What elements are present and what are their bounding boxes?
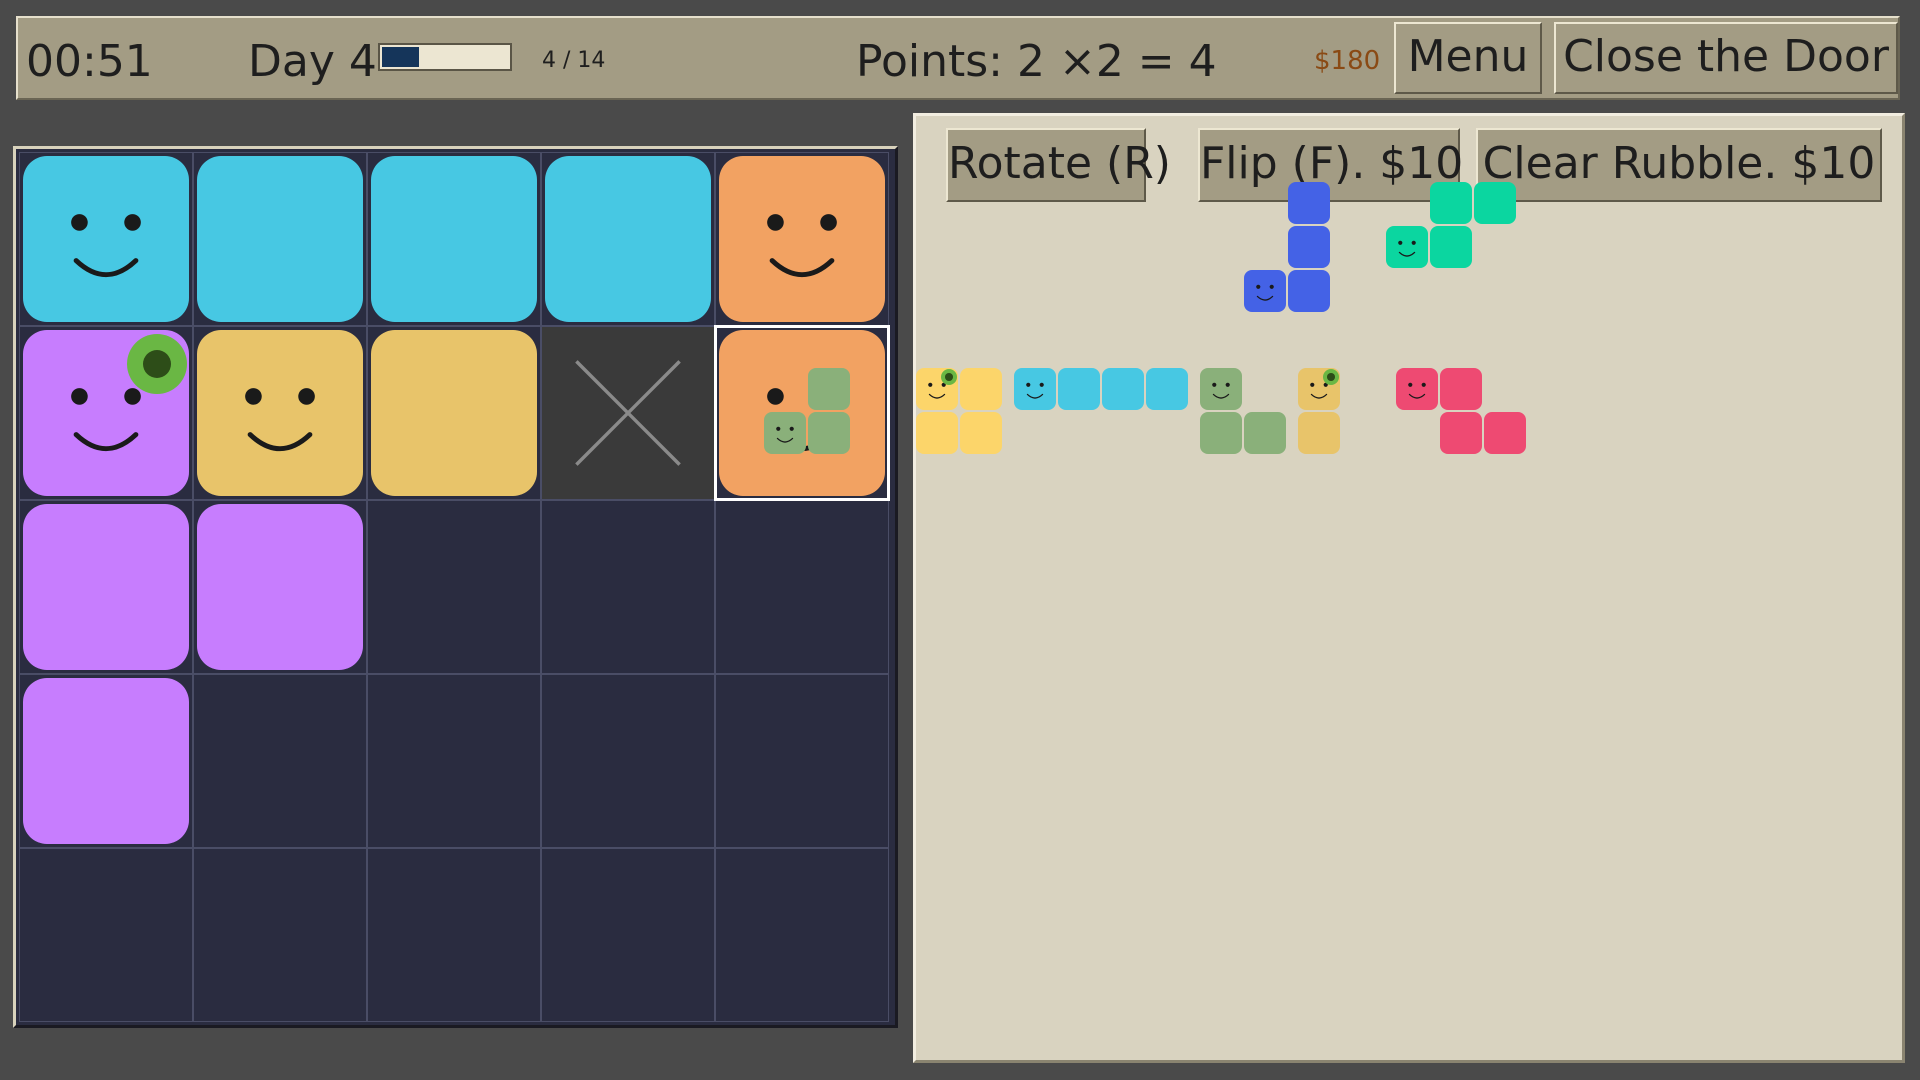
board-cell[interactable]: [541, 500, 715, 674]
smiley-face-icon: [767, 214, 837, 278]
blue-j-piece-cell[interactable]: [1244, 270, 1286, 312]
top-bar: 00:51 Day 4 4 / 14 Points: 2 ×2 = 4 $180…: [16, 16, 1900, 100]
rotate-button[interactable]: Rotate (R): [946, 128, 1171, 202]
seed-icon: [127, 334, 187, 394]
tan-i-piece-cell[interactable]: [1298, 412, 1340, 454]
points-display: Points: 2 ×2 = 4: [856, 36, 1217, 87]
board-cell[interactable]: [367, 848, 541, 1022]
blue-j-piece-cell[interactable]: [1288, 270, 1330, 312]
smiley-face-icon: [1026, 382, 1044, 399]
purple-piece-cell[interactable]: [197, 504, 363, 670]
board-cell[interactable]: [541, 674, 715, 848]
board-cell[interactable]: [715, 848, 889, 1022]
smiley-face-icon: [71, 214, 141, 278]
purple-piece-cell[interactable]: [23, 330, 189, 496]
purple-piece-cell[interactable]: [23, 678, 189, 844]
piece-tray: Rotate (R) Flip (F). $10 Clear Rubble. $…: [764, 113, 1905, 1063]
green-j-piece-cell[interactable]: [1200, 368, 1242, 410]
red-z-piece-cell[interactable]: [1396, 368, 1438, 410]
cyan-piece-cell[interactable]: [545, 156, 711, 322]
game-board[interactable]: [13, 146, 898, 1028]
teal-s-piece-cell[interactable]: [1386, 226, 1428, 268]
teal-s-piece-cell[interactable]: [1474, 182, 1516, 224]
menu-button[interactable]: Menu: [1394, 22, 1542, 94]
red-z-piece-cell[interactable]: [1484, 412, 1526, 454]
yellow-o-piece-cell[interactable]: [960, 368, 1002, 410]
smiley-face-icon: [245, 388, 315, 452]
seed-icon: [941, 369, 957, 385]
cyan-i-piece-cell[interactable]: [1102, 368, 1144, 410]
board-cell[interactable]: [193, 674, 367, 848]
yellow-o-piece-cell[interactable]: [916, 368, 958, 410]
cyan-i-piece-cell[interactable]: [1146, 368, 1188, 410]
blue-j-piece-cell[interactable]: [1288, 182, 1330, 224]
blue-j-piece-cell[interactable]: [1288, 226, 1330, 268]
timer: 00:51: [26, 36, 153, 87]
rubble-x-icon: [575, 360, 681, 466]
day-progress-fill: [382, 47, 420, 67]
board-cell[interactable]: [193, 848, 367, 1022]
teal-s-piece-cell[interactable]: [1430, 182, 1472, 224]
green-l-piece-cell[interactable]: [764, 412, 806, 454]
yellow-o-piece-cell[interactable]: [960, 412, 1002, 454]
red-z-piece-cell[interactable]: [1440, 368, 1482, 410]
board-cell[interactable]: [19, 848, 193, 1022]
rubble-cell[interactable]: [541, 326, 715, 500]
board-cell[interactable]: [541, 848, 715, 1022]
smiley-face-icon: [1398, 240, 1416, 257]
day-progress-bar: [378, 43, 512, 71]
money-display: $180: [1314, 46, 1381, 76]
teal-s-piece-cell[interactable]: [1430, 226, 1472, 268]
yellow-piece-cell[interactable]: [371, 330, 537, 496]
seed-icon: [1323, 369, 1339, 385]
board-cell[interactable]: [715, 674, 889, 848]
green-j-piece-cell[interactable]: [1200, 412, 1242, 454]
smiley-face-icon: [1408, 382, 1426, 399]
purple-piece-cell[interactable]: [23, 504, 189, 670]
smiley-face-icon: [1256, 284, 1274, 301]
yellow-piece-cell[interactable]: [197, 330, 363, 496]
yellow-o-piece-cell[interactable]: [916, 412, 958, 454]
green-l-piece-cell[interactable]: [808, 368, 850, 410]
smiley-face-icon: [776, 426, 794, 443]
green-l-piece-cell[interactable]: [808, 412, 850, 454]
red-z-piece-cell[interactable]: [1440, 412, 1482, 454]
close-door-button[interactable]: Close the Door: [1554, 22, 1898, 94]
board-cell[interactable]: [367, 674, 541, 848]
cyan-piece-cell[interactable]: [23, 156, 189, 322]
board-cell[interactable]: [715, 500, 889, 674]
smiley-face-icon: [1212, 382, 1230, 399]
orange-piece-1-cell[interactable]: [719, 156, 885, 322]
tan-i-piece-cell[interactable]: [1298, 368, 1340, 410]
day-count: 4 / 14: [542, 48, 606, 73]
cyan-piece-cell[interactable]: [197, 156, 363, 322]
cyan-i-piece-cell[interactable]: [1058, 368, 1100, 410]
cyan-piece-cell[interactable]: [371, 156, 537, 322]
board-cell[interactable]: [367, 500, 541, 674]
green-j-piece-cell[interactable]: [1244, 412, 1286, 454]
clear-rubble-button[interactable]: Clear Rubble. $10: [1476, 128, 1882, 202]
cyan-i-piece-cell[interactable]: [1014, 368, 1056, 410]
day-label: Day 4: [248, 36, 377, 87]
